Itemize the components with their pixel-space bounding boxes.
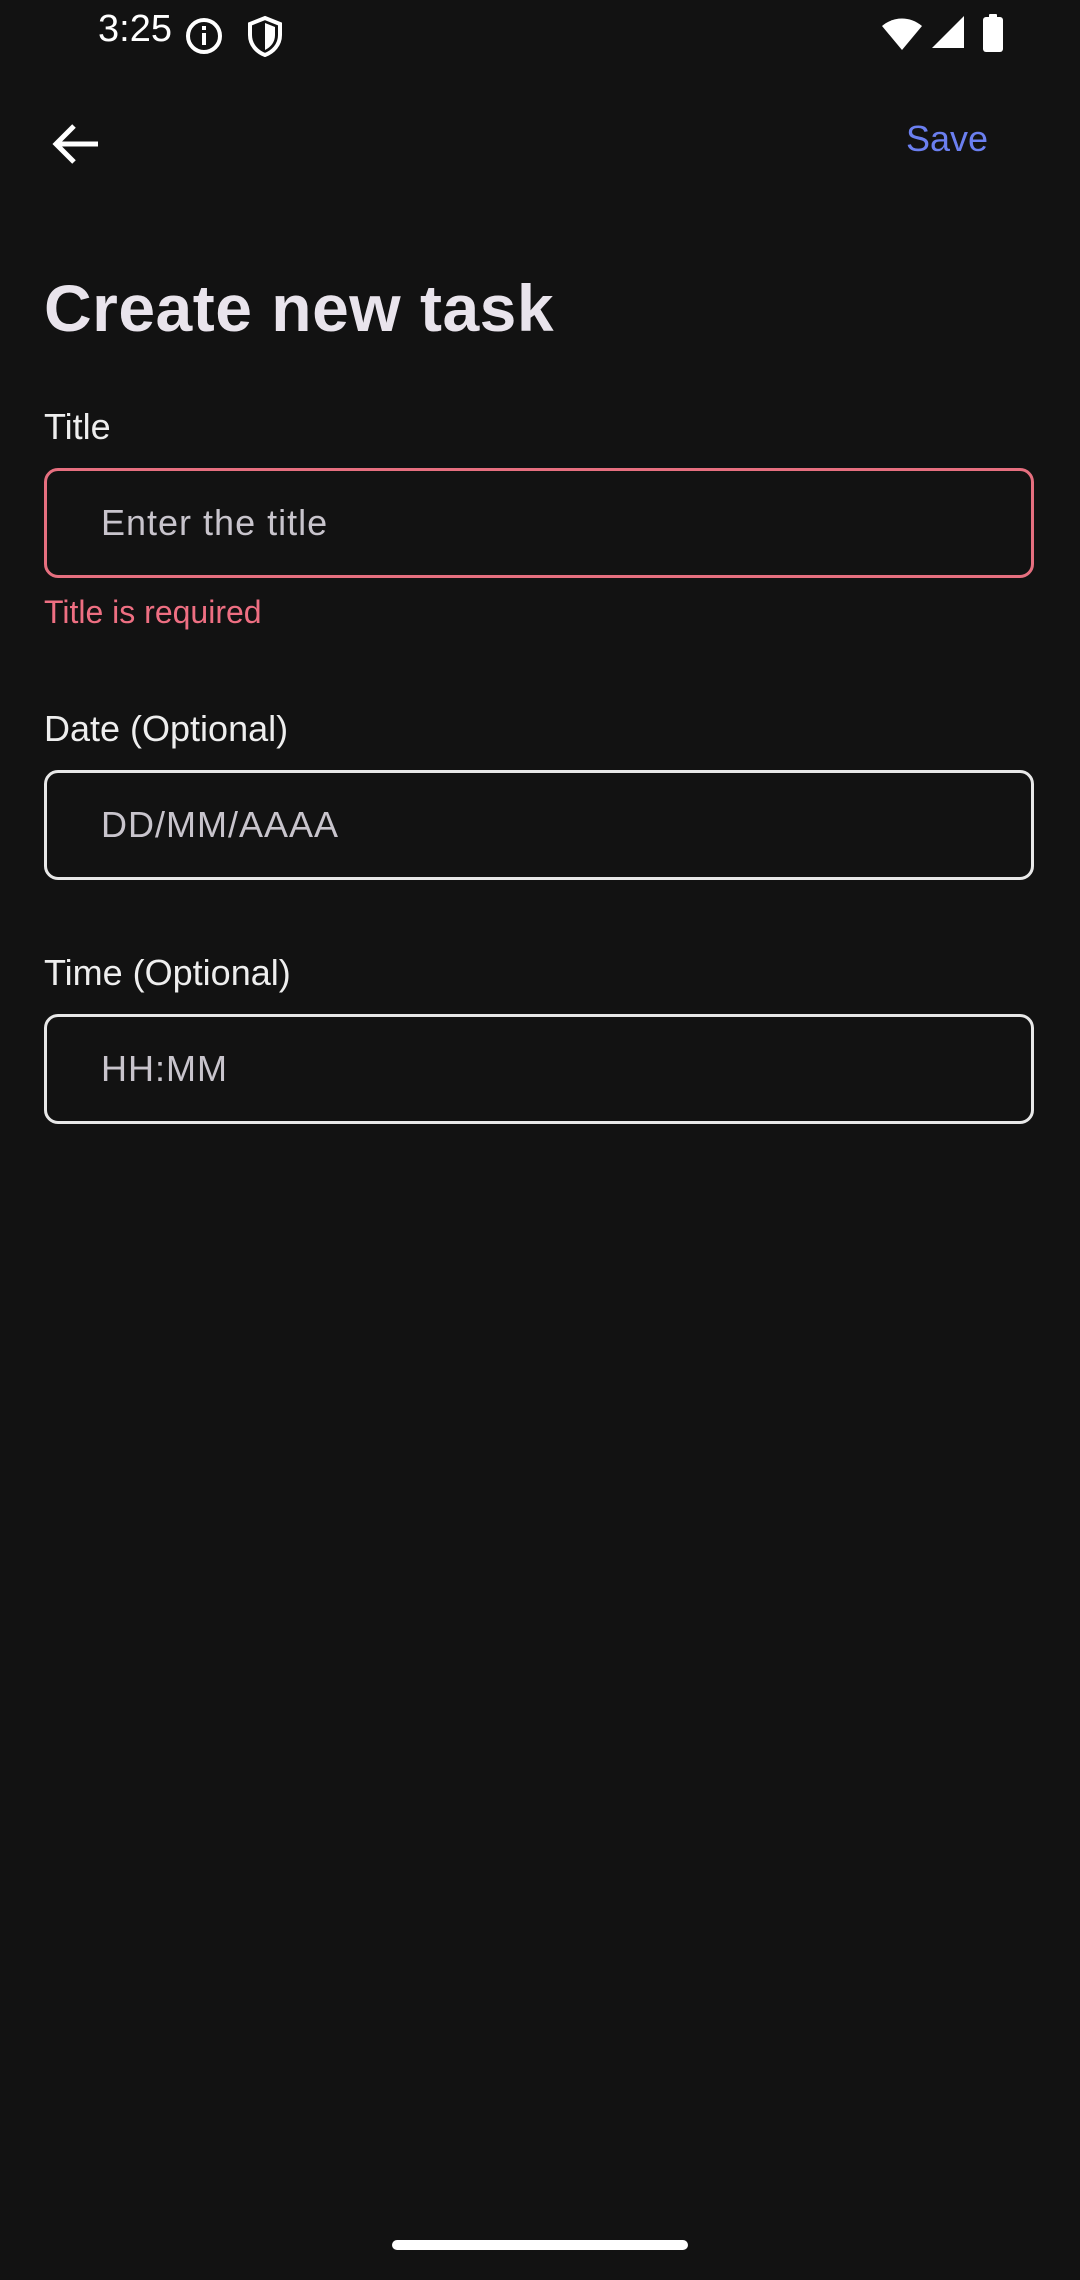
info-icon — [186, 18, 222, 54]
signal-icon — [932, 16, 964, 48]
home-indicator[interactable] — [392, 2240, 688, 2250]
page-title: Create new task — [44, 271, 555, 345]
back-button[interactable] — [36, 112, 116, 176]
date-placeholder: DD/MM/AAAA — [101, 804, 340, 845]
status-time: 3:25 — [98, 8, 172, 50]
status-bar: 3:25 — [0, 0, 1080, 66]
wifi-icon — [882, 18, 922, 50]
battery-icon — [983, 14, 1003, 52]
save-button[interactable]: Save — [906, 118, 988, 160]
shield-icon — [248, 15, 282, 57]
title-input[interactable]: Enter the title — [44, 468, 1034, 578]
app-bar: Save — [0, 88, 1080, 198]
title-error-message: Title is required — [44, 594, 262, 630]
title-label: Title — [44, 406, 111, 447]
time-input[interactable]: HH:MM — [44, 1014, 1034, 1124]
time-label: Time (Optional) — [44, 952, 291, 993]
time-placeholder: HH:MM — [101, 1048, 228, 1089]
title-placeholder: Enter the title — [101, 502, 329, 543]
date-label: Date (Optional) — [44, 708, 289, 749]
date-input[interactable]: DD/MM/AAAA — [44, 770, 1034, 880]
arrow-left-icon — [52, 124, 98, 164]
